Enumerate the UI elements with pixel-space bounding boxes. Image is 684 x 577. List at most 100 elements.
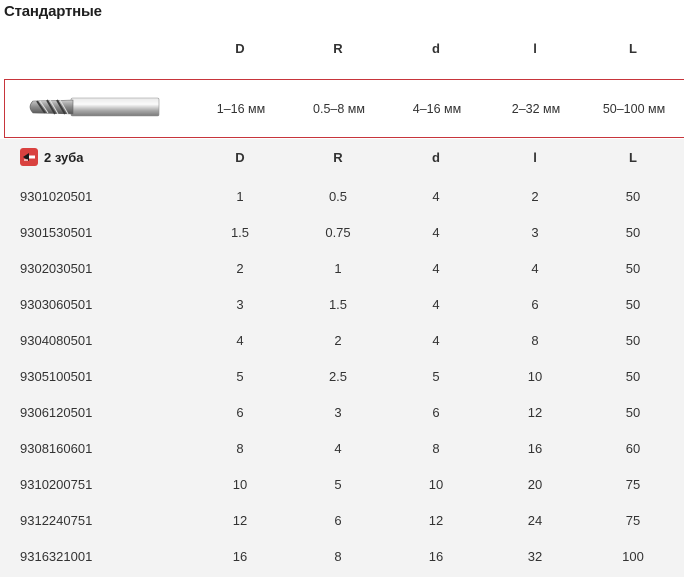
cell-D: 10 bbox=[232, 476, 248, 492]
cell-L: 75 bbox=[625, 476, 641, 492]
cell-d: 4 bbox=[432, 188, 440, 204]
cell-R: 8 bbox=[334, 548, 342, 564]
cell-R: 2.5 bbox=[328, 368, 348, 384]
cell-L: 50 bbox=[625, 188, 641, 204]
cell-l: 16 bbox=[527, 440, 543, 456]
cell-L: 50 bbox=[625, 368, 641, 384]
two-flute-icon bbox=[20, 148, 38, 166]
cell-L: 60 bbox=[625, 440, 641, 456]
column-header-l: l bbox=[533, 40, 537, 56]
product-table: 2 зуба D R d l L 9301020501 1 0.5 4 2 50 93015… bbox=[0, 139, 684, 577]
table-row[interactable]: 9316321001 16 8 16 32 100 bbox=[0, 538, 684, 574]
group-col-d: d bbox=[432, 149, 440, 165]
cell-l: 12 bbox=[527, 404, 543, 420]
cell-l: 32 bbox=[527, 548, 543, 564]
table-row[interactable]: 9305100501 5 2.5 5 10 50 bbox=[0, 358, 684, 394]
article-code[interactable]: 9308160601 bbox=[0, 430, 180, 466]
column-header-R: R bbox=[333, 40, 343, 56]
cell-d: 4 bbox=[432, 260, 440, 276]
table-row[interactable]: 9308160601 8 4 8 16 60 bbox=[0, 430, 684, 466]
cell-d: 4 bbox=[432, 332, 440, 348]
range-d: 4–16 мм bbox=[412, 101, 462, 116]
cell-d: 8 bbox=[432, 440, 440, 456]
cell-D: 6 bbox=[236, 404, 244, 420]
table-row[interactable]: 9303060501 3 1.5 4 6 50 bbox=[0, 286, 684, 322]
section-title: Стандартные bbox=[4, 3, 102, 20]
article-code[interactable]: 9301530501 bbox=[0, 214, 180, 250]
group-col-D: D bbox=[235, 149, 245, 165]
cell-L: 50 bbox=[625, 404, 641, 420]
cell-R: 4 bbox=[334, 440, 342, 456]
cell-R: 0.5 bbox=[328, 188, 348, 204]
cell-D: 16 bbox=[232, 548, 248, 564]
article-code[interactable]: 9316321001 bbox=[0, 538, 180, 574]
cell-l: 20 bbox=[527, 476, 543, 492]
article-code[interactable]: 9310200751 bbox=[0, 466, 180, 502]
range-R: 0.5–8 мм bbox=[313, 101, 365, 116]
article-code[interactable]: 9303060501 bbox=[0, 286, 180, 322]
table-row[interactable]: 9310200751 10 5 10 20 75 bbox=[0, 466, 684, 502]
cell-D: 1 bbox=[236, 188, 244, 204]
group-col-l: l bbox=[533, 149, 537, 165]
article-code[interactable]: 9306120501 bbox=[0, 394, 180, 430]
group-col-R: R bbox=[333, 149, 343, 165]
group-label-text: 2 зуба bbox=[44, 149, 84, 165]
cell-D: 2 bbox=[236, 260, 244, 276]
table-row[interactable]: 9312240751 12 6 12 24 75 bbox=[0, 502, 684, 538]
cell-d: 5 bbox=[432, 368, 440, 384]
cell-l: 6 bbox=[531, 296, 539, 312]
selected-product-range-row[interactable]: 1–16 мм 0.5–8 мм 4–16 мм 2–32 мм 50–100 … bbox=[4, 79, 684, 138]
cell-d: 12 bbox=[428, 512, 444, 528]
cell-l: 3 bbox=[531, 224, 539, 240]
cell-D: 12 bbox=[232, 512, 248, 528]
cell-R: 3 bbox=[334, 404, 342, 420]
group-header-row: 2 зуба D R d l L bbox=[0, 139, 684, 175]
cell-R: 5 bbox=[334, 476, 342, 492]
range-D: 1–16 мм bbox=[216, 101, 266, 116]
cell-R: 2 bbox=[334, 332, 342, 348]
cell-D: 8 bbox=[236, 440, 244, 456]
cell-d: 4 bbox=[432, 224, 440, 240]
cell-R: 6 bbox=[334, 512, 342, 528]
cell-L: 50 bbox=[625, 296, 641, 312]
cell-R: 1 bbox=[334, 260, 342, 276]
article-code[interactable]: 9312240751 bbox=[0, 502, 180, 538]
cell-d: 16 bbox=[428, 548, 444, 564]
cell-D: 3 bbox=[236, 296, 244, 312]
table-row[interactable]: 9301020501 1 0.5 4 2 50 bbox=[0, 178, 684, 214]
cell-L: 100 bbox=[622, 548, 644, 564]
cell-D: 1.5 bbox=[230, 224, 250, 240]
cell-L: 50 bbox=[625, 224, 641, 240]
group-col-L: L bbox=[629, 149, 637, 165]
cell-l: 24 bbox=[527, 512, 543, 528]
range-L: 50–100 мм bbox=[602, 101, 666, 116]
cell-l: 8 bbox=[531, 332, 539, 348]
article-code[interactable]: 9301020501 bbox=[0, 178, 180, 214]
article-code[interactable]: 9304080501 bbox=[0, 322, 180, 358]
cell-L: 50 bbox=[625, 332, 641, 348]
group-label: 2 зуба bbox=[20, 139, 83, 175]
article-code[interactable]: 9302030501 bbox=[0, 250, 180, 286]
cell-D: 5 bbox=[236, 368, 244, 384]
column-header-row: D R d l L bbox=[0, 33, 684, 63]
cell-l: 10 bbox=[527, 368, 543, 384]
cell-R: 0.75 bbox=[325, 224, 351, 240]
cell-R: 1.5 bbox=[328, 296, 348, 312]
article-code[interactable]: 9305100501 bbox=[0, 358, 180, 394]
column-header-d: d bbox=[432, 40, 440, 56]
column-header-L: L bbox=[629, 40, 637, 56]
cell-D: 4 bbox=[236, 332, 244, 348]
table-row[interactable]: 9304080501 4 2 4 8 50 bbox=[0, 322, 684, 358]
cell-l: 4 bbox=[531, 260, 539, 276]
cell-L: 75 bbox=[625, 512, 641, 528]
range-l: 2–32 мм bbox=[511, 101, 561, 116]
cell-d: 4 bbox=[432, 296, 440, 312]
table-row[interactable]: 9302030501 2 1 4 4 50 bbox=[0, 250, 684, 286]
cell-L: 50 bbox=[625, 260, 641, 276]
table-row[interactable]: 9306120501 6 3 6 12 50 bbox=[0, 394, 684, 430]
table-row[interactable]: 9301530501 1.5 0.75 4 3 50 bbox=[0, 214, 684, 250]
cell-l: 2 bbox=[531, 188, 539, 204]
cell-d: 10 bbox=[428, 476, 444, 492]
column-header-D: D bbox=[235, 40, 245, 56]
cell-d: 6 bbox=[432, 404, 440, 420]
